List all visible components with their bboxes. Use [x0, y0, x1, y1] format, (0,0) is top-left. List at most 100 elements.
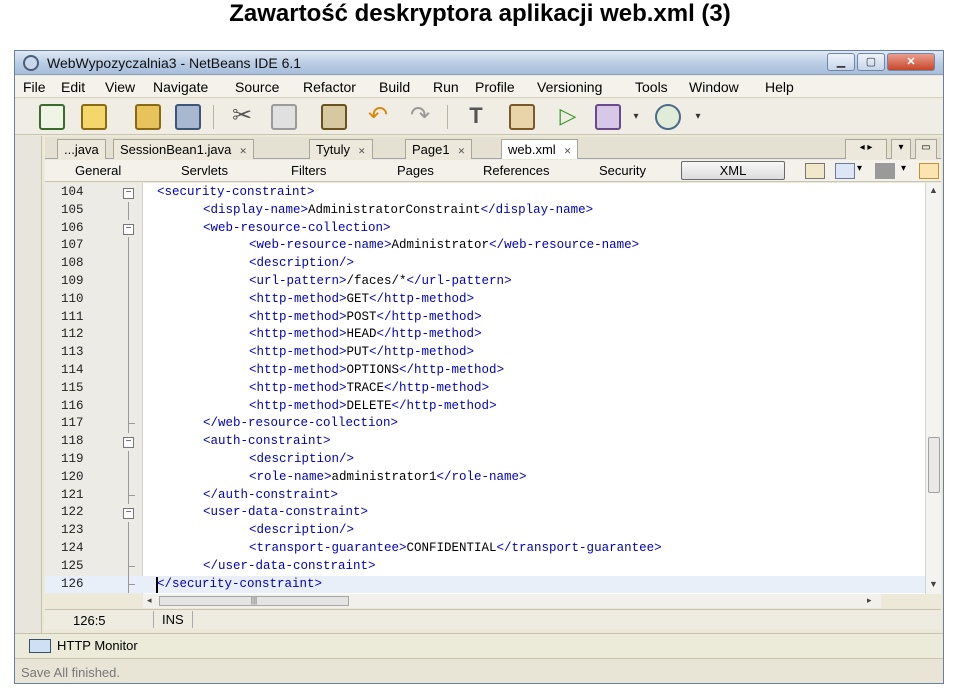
- code-line[interactable]: 109 <url-pattern>/faces/*</url-pattern>: [45, 273, 925, 291]
- menu-profile[interactable]: Profile: [475, 79, 515, 95]
- code-line[interactable]: 122 − <user-data-constraint>: [45, 504, 925, 522]
- code-line[interactable]: 108 <description/>: [45, 255, 925, 273]
- maximize-icon[interactable]: ▢: [857, 53, 885, 71]
- menu-view[interactable]: View: [105, 79, 135, 95]
- insert-mode[interactable]: INS: [153, 611, 193, 628]
- tab-web-xml[interactable]: web.xml ✕: [501, 139, 579, 159]
- tab-references[interactable]: References: [483, 163, 549, 178]
- fold-toggle-icon[interactable]: −: [123, 223, 134, 235]
- menu-build[interactable]: Build: [379, 79, 410, 95]
- toolbar-separator: [447, 105, 448, 129]
- tab-sessionbean1[interactable]: SessionBean1.java ✕: [113, 139, 254, 159]
- code-line[interactable]: 126 </security-constraint>: [45, 575, 925, 594]
- menu-refactor[interactable]: Refactor: [303, 79, 356, 95]
- chevron-down-icon[interactable]: ▾: [623, 104, 649, 130]
- title-bar[interactable]: WebWypozyczalnia3 - NetBeans IDE 6.1 ▁ ▢…: [15, 51, 943, 75]
- left-panel-strip[interactable]: [15, 136, 42, 646]
- close-icon[interactable]: ✕: [564, 146, 572, 156]
- tab-general[interactable]: General: [75, 163, 121, 178]
- http-monitor-button[interactable]: HTTP Monitor: [57, 638, 138, 653]
- menu-source[interactable]: Source: [235, 79, 279, 95]
- debug-icon[interactable]: [595, 104, 621, 130]
- status-message: Save All finished.: [21, 665, 121, 680]
- code-line[interactable]: 124 <transport-guarantee>CONFIDENTIAL</tr…: [45, 540, 925, 558]
- code-line[interactable]: 119 <description/>: [45, 451, 925, 469]
- xml-editor[interactable]: 104 − <security-constraint> 105 <display-nam…: [45, 183, 925, 594]
- scroll-right-icon[interactable]: ▸: [867, 595, 872, 606]
- code-line[interactable]: 111 <http-method>POST</http-method>: [45, 308, 925, 327]
- fold-toggle-icon[interactable]: −: [123, 508, 134, 520]
- undo-icon[interactable]: ↶: [365, 104, 391, 130]
- document-list-icon[interactable]: ▾: [891, 139, 911, 159]
- minimize-icon[interactable]: ▁: [827, 53, 855, 71]
- navigate-icon[interactable]: [835, 163, 855, 179]
- menu-navigate[interactable]: Navigate: [153, 79, 208, 95]
- code-line[interactable]: 110 <http-method>GET</http-method>: [45, 290, 925, 309]
- code-line[interactable]: 115 <http-method>TRACE</http-method>: [45, 379, 925, 398]
- scroll-up-icon[interactable]: ▲: [929, 185, 938, 195]
- menu-versioning[interactable]: Versioning: [537, 79, 602, 95]
- code-line[interactable]: 117 </web-resource-collection>: [45, 415, 925, 434]
- code-line[interactable]: 125 </user-data-constraint>: [45, 557, 925, 576]
- redo-icon[interactable]: ↷: [407, 104, 433, 130]
- close-icon[interactable]: ✕: [239, 146, 247, 156]
- code-line[interactable]: 121 </auth-constraint>: [45, 486, 925, 505]
- chevron-down-icon[interactable]: ▾: [901, 163, 906, 174]
- chevron-down-icon[interactable]: ▾: [685, 104, 711, 130]
- cut-icon[interactable]: ✂: [229, 104, 255, 130]
- clean-build-icon[interactable]: [509, 104, 535, 130]
- code-line[interactable]: 106 − <web-resource-collection>: [45, 220, 925, 238]
- tab-tytuly[interactable]: Tytuly ✕: [309, 139, 373, 159]
- tab-scroll-arrows[interactable]: ◂ ▸: [845, 139, 887, 159]
- code-line[interactable]: 104 − <security-constraint>: [45, 184, 925, 202]
- horizontal-scroll-thumb[interactable]: |||: [159, 596, 349, 606]
- history-icon[interactable]: [875, 163, 895, 179]
- code-line[interactable]: 114 <http-method>OPTIONS</http-method>: [45, 362, 925, 380]
- tab-page1[interactable]: Page1 ✕: [405, 139, 473, 159]
- build-icon[interactable]: T: [463, 104, 489, 130]
- menu-file[interactable]: File: [23, 79, 46, 95]
- menu-edit[interactable]: Edit: [61, 79, 85, 95]
- fold-toggle-icon[interactable]: −: [123, 188, 134, 199]
- code-line[interactable]: 118 − <auth-constraint>: [45, 433, 925, 451]
- new-project-icon[interactable]: [81, 104, 107, 130]
- paste-icon[interactable]: [321, 104, 347, 130]
- menu-help[interactable]: Help: [765, 79, 794, 95]
- run-icon[interactable]: ▷: [555, 104, 581, 130]
- menu-window[interactable]: Window: [689, 79, 739, 95]
- vertical-scrollbar[interactable]: ▲ ▼: [925, 183, 941, 594]
- code-line[interactable]: 120 <role-name>administrator1</role-name>: [45, 468, 925, 487]
- code-line[interactable]: 107 <web-resource-name>Administrator</web…: [45, 237, 925, 256]
- code-line[interactable]: 113 <http-method>PUT</http-method>: [45, 344, 925, 362]
- code-line[interactable]: 112 <http-method>HEAD</http-method>: [45, 326, 925, 345]
- code-line[interactable]: 116 <http-method>DELETE</http-method>: [45, 397, 925, 416]
- tab-java[interactable]: ...java: [57, 139, 106, 159]
- tab-xml[interactable]: XML: [681, 161, 785, 180]
- code-text: <user-data-constraint>: [203, 505, 369, 520]
- close-icon[interactable]: ✕: [887, 53, 935, 71]
- profile-icon[interactable]: [655, 104, 681, 130]
- maximize-editor-icon[interactable]: ▭: [915, 139, 937, 159]
- scroll-left-icon[interactable]: ◂: [147, 595, 152, 606]
- vertical-scroll-thumb[interactable]: [928, 437, 940, 493]
- toggle-comment-icon[interactable]: [919, 163, 939, 179]
- horizontal-scrollbar[interactable]: ◂ ||| ▸: [143, 594, 881, 608]
- chevron-down-icon[interactable]: ▾: [857, 163, 862, 174]
- tab-servlets[interactable]: Servlets: [181, 163, 228, 178]
- tab-pages[interactable]: Pages: [397, 163, 434, 178]
- tab-filters[interactable]: Filters: [291, 163, 326, 178]
- copy-icon[interactable]: [271, 104, 297, 130]
- code-line[interactable]: 123 <description/>: [45, 522, 925, 540]
- go-to-source-icon[interactable]: [805, 163, 825, 179]
- scroll-down-icon[interactable]: ▼: [929, 579, 938, 589]
- menu-tools[interactable]: Tools: [635, 79, 668, 95]
- close-icon[interactable]: ✕: [458, 146, 466, 156]
- code-line[interactable]: 105 <display-name>AdministratorConstraint…: [45, 201, 925, 220]
- menu-run[interactable]: Run: [433, 79, 459, 95]
- open-project-icon[interactable]: [135, 104, 161, 130]
- new-file-icon[interactable]: [39, 104, 65, 130]
- fold-toggle-icon[interactable]: −: [123, 437, 134, 449]
- close-icon[interactable]: ✕: [358, 146, 366, 156]
- tab-security[interactable]: Security: [599, 163, 646, 178]
- save-all-icon[interactable]: [175, 104, 201, 130]
